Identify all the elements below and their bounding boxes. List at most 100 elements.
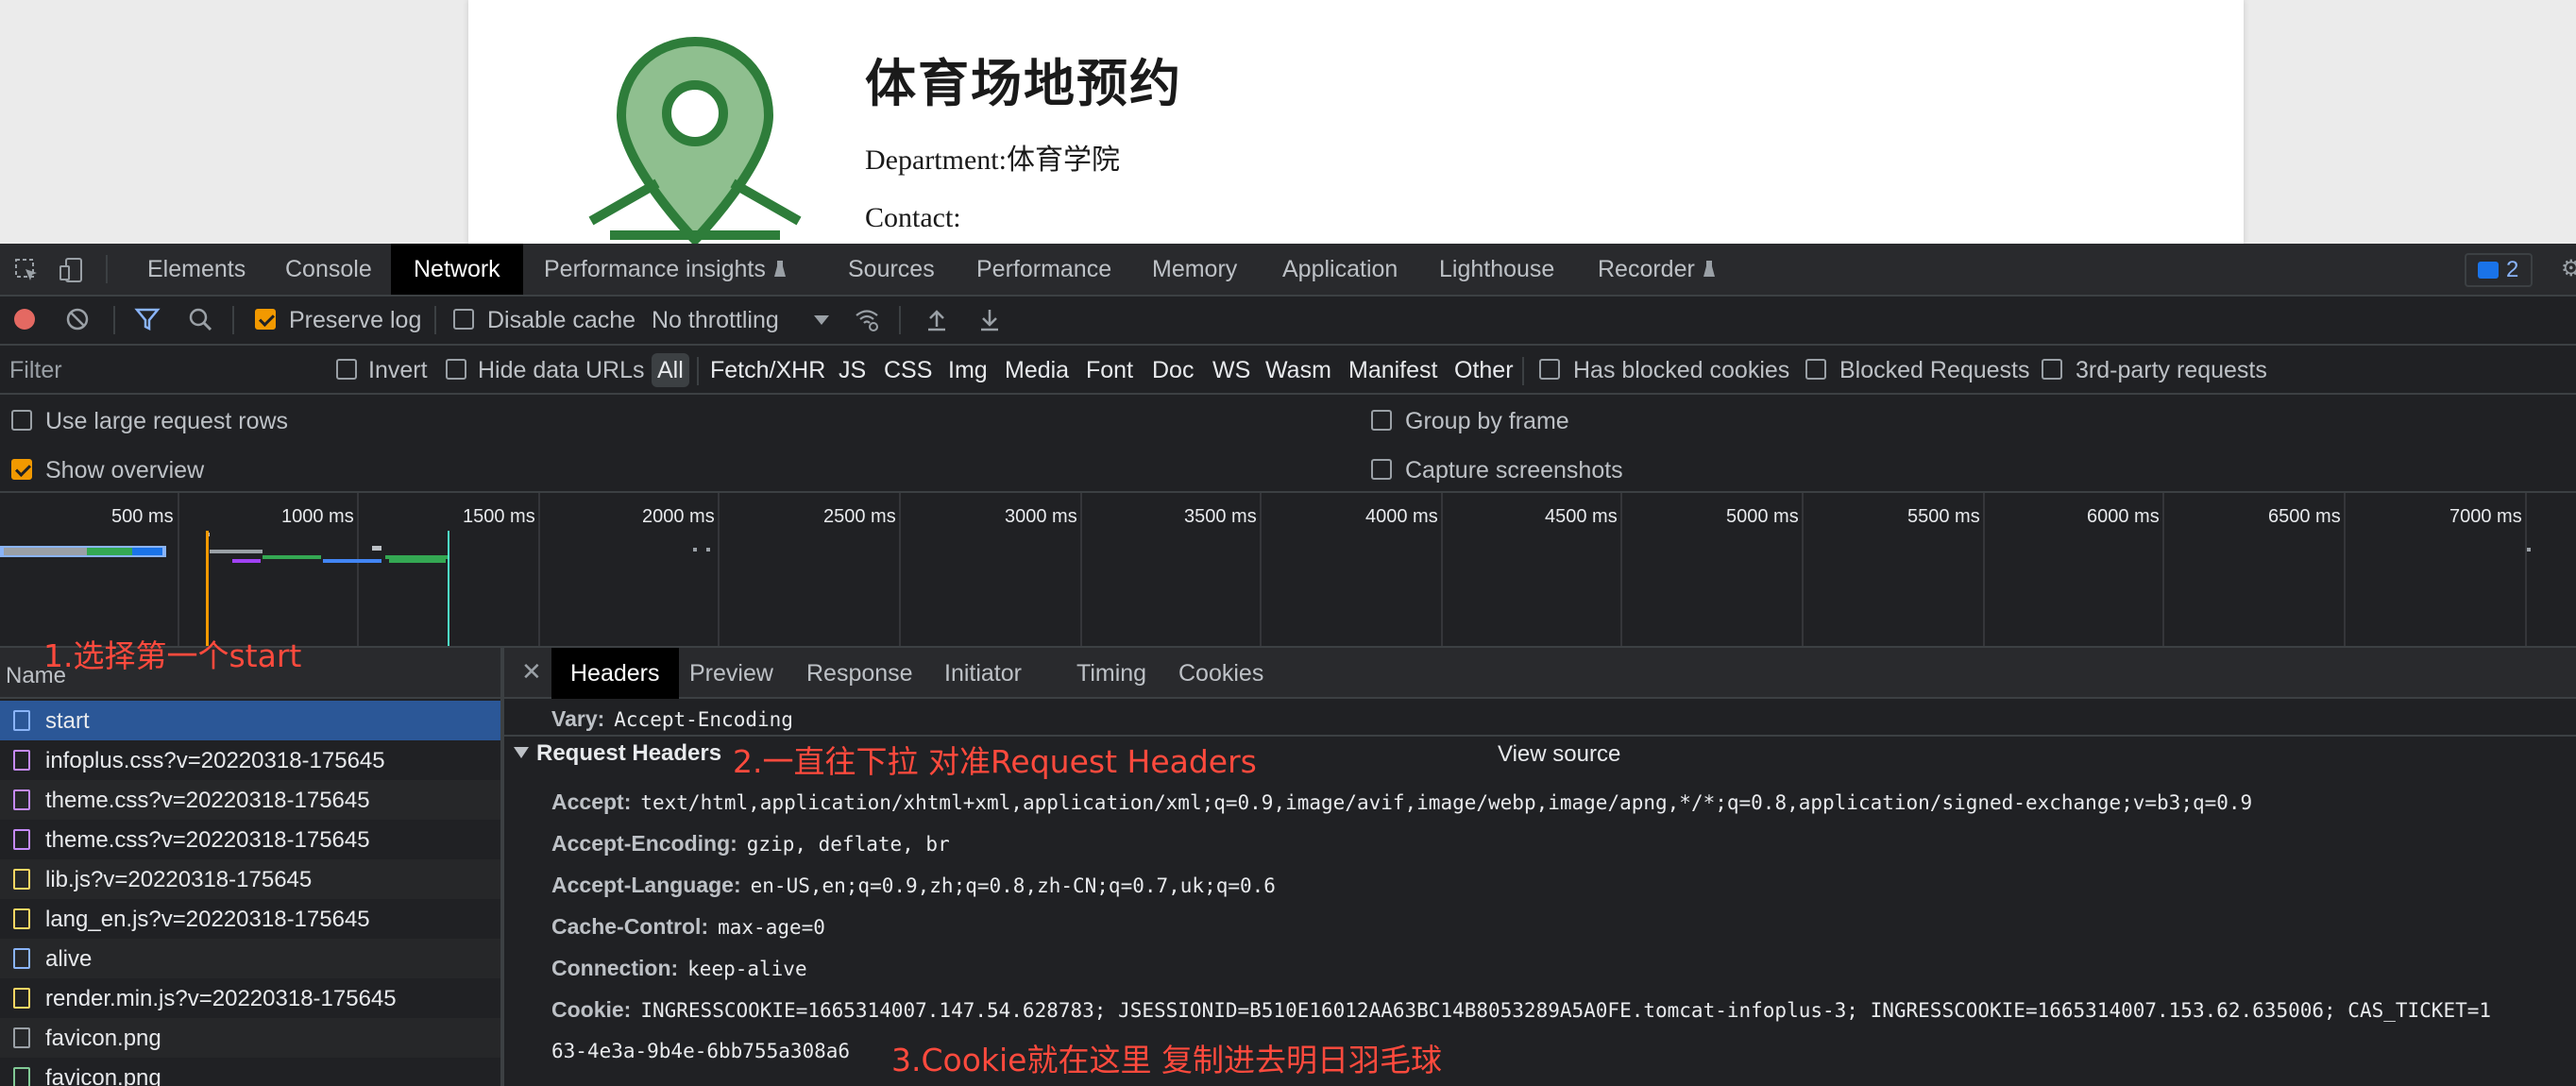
filter-type-manifest[interactable]: Manifest [1343, 353, 1443, 387]
header-accept-language: Accept-Language: en-US,en;q=0.9,zh;q=0.8,… [551, 873, 1276, 898]
network-overview-timeline[interactable]: 500 ms 1000 ms 1500 ms 2000 ms 2500 ms 3… [0, 493, 2576, 646]
overview-tick: 2500 ms [823, 506, 896, 527]
overview-tick: 5000 ms [1726, 506, 1799, 527]
filter-icon[interactable] [134, 306, 161, 332]
tab-memory[interactable]: Memory [1129, 244, 1260, 295]
overview-tick: 3500 ms [1184, 506, 1257, 527]
experiment-flask-icon [1703, 261, 1715, 277]
request-row[interactable]: alive [0, 939, 500, 978]
blocked-requests-label: Blocked Requests [1839, 357, 2030, 383]
tab-response[interactable]: Response [788, 648, 932, 699]
filter-input[interactable] [0, 351, 321, 389]
record-stop-icon[interactable] [11, 306, 38, 332]
close-icon[interactable]: ✕ [521, 657, 542, 687]
overview-gridline [2344, 493, 2346, 646]
tab-performance-insights[interactable]: Performance insights [521, 244, 809, 295]
tab-elements[interactable]: Elements [125, 244, 268, 295]
filter-type-media[interactable]: Media [999, 353, 1075, 387]
request-headers-title: Request Headers [536, 740, 722, 766]
request-name: render.min.js?v=20220318-175645 [45, 986, 397, 1011]
show-overview-checkbox[interactable] [11, 459, 32, 480]
tab-performance[interactable]: Performance [954, 244, 1134, 295]
chevron-down-icon [813, 315, 829, 325]
throttling-value: No throttling [652, 307, 779, 333]
request-detail-tabbar: ✕ Headers Preview Response Initiator Tim… [504, 648, 2576, 699]
filter-type-img[interactable]: Img [942, 353, 993, 387]
request-row[interactable]: theme.css?v=20220318-175645 [0, 780, 500, 820]
request-headers-section-toggle[interactable]: Request Headers [514, 740, 721, 767]
has-blocked-cookies-label: Has blocked cookies [1573, 357, 1790, 383]
throttling-select[interactable]: No throttling [652, 307, 829, 334]
map-pin-logo-icon [588, 36, 802, 244]
request-row[interactable]: favicon.png [0, 1058, 500, 1086]
tab-console[interactable]: Console [263, 244, 395, 295]
filter-type-js[interactable]: JS [833, 353, 872, 387]
filter-type-ws[interactable]: WS [1207, 353, 1256, 387]
toolbar-separator [1522, 357, 1524, 385]
hide-data-urls-checkbox[interactable] [446, 359, 466, 380]
request-row[interactable]: lib.js?v=20220318-175645 [0, 859, 500, 899]
request-name: favicon.png [45, 1065, 161, 1086]
load-event-marker [448, 531, 449, 646]
stylesheet-icon [13, 829, 30, 850]
large-rows-checkbox[interactable] [11, 410, 32, 431]
tab-headers[interactable]: Headers [551, 648, 679, 699]
filter-type-fetch-xhr[interactable]: Fetch/XHR [704, 353, 831, 387]
filter-type-css[interactable]: CSS [878, 353, 938, 387]
disable-cache-checkbox[interactable] [453, 309, 474, 330]
overview-bar [2527, 548, 2531, 551]
header-value: gzip, deflate, br [746, 833, 950, 856]
group-by-frame-checkbox[interactable] [1371, 410, 1392, 431]
dom-content-loaded-marker [206, 531, 209, 646]
filter-type-font[interactable]: Font [1080, 353, 1139, 387]
tab-network[interactable]: Network [391, 244, 523, 295]
network-conditions-icon[interactable] [854, 306, 880, 332]
import-har-icon[interactable] [924, 306, 950, 332]
capture-screenshots-checkbox[interactable] [1371, 459, 1392, 480]
overview-tick: 3000 ms [1005, 506, 1077, 527]
export-har-icon[interactable] [976, 306, 1003, 332]
stylesheet-icon [13, 750, 30, 771]
header-cookie-continuation: 63-4e3a-9b4e-6bb755a308a6 [551, 1039, 850, 1063]
tab-lighthouse[interactable]: Lighthouse [1416, 244, 1577, 295]
blocked-requests-checkbox[interactable] [1805, 359, 1826, 380]
header-value: 63-4e3a-9b4e-6bb755a308a6 [551, 1040, 851, 1062]
tab-sources[interactable]: Sources [825, 244, 958, 295]
third-party-checkbox[interactable] [2042, 359, 2062, 380]
tab-recorder[interactable]: Recorder [1575, 244, 1738, 295]
preserve-log-checkbox[interactable] [255, 309, 276, 330]
request-row[interactable]: favicon.png [0, 1018, 500, 1058]
request-row[interactable]: start [0, 701, 500, 740]
view-source-link[interactable]: View source [1498, 741, 1620, 768]
issues-counter-button[interactable]: 2 [2465, 253, 2533, 287]
network-settings: Use large request rows Show overview Gro… [0, 395, 2576, 501]
tab-application[interactable]: Application [1260, 244, 1420, 295]
overview-bar [132, 548, 162, 555]
request-row[interactable]: lang_en.js?v=20220318-175645 [0, 899, 500, 939]
tab-initiator[interactable]: Initiator [925, 648, 1041, 699]
header-key: Cookie: [551, 997, 632, 1022]
invert-checkbox[interactable] [336, 359, 357, 380]
stylesheet-icon [13, 789, 30, 810]
filter-type-wasm[interactable]: Wasm [1260, 353, 1337, 387]
request-row[interactable]: render.min.js?v=20220318-175645 [0, 978, 500, 1018]
gear-icon[interactable]: ⚙ [2561, 258, 2576, 280]
request-row[interactable]: infoplus.css?v=20220318-175645 [0, 740, 500, 780]
header-value: en-US,en;q=0.9,zh;q=0.8,zh-CN;q=0.7,uk;q… [750, 874, 1276, 897]
device-toolbar-icon[interactable] [59, 257, 85, 283]
request-row[interactable]: theme.css?v=20220318-175645 [0, 820, 500, 859]
overview-bar [389, 559, 446, 563]
filter-type-doc[interactable]: Doc [1146, 353, 1199, 387]
inspect-element-icon[interactable] [13, 257, 40, 283]
tab-cookies[interactable]: Cookies [1160, 648, 1282, 699]
clear-icon[interactable] [64, 306, 91, 332]
header-key: Vary: [551, 706, 605, 731]
filter-type-other[interactable]: Other [1449, 353, 1519, 387]
tab-timing[interactable]: Timing [1058, 648, 1165, 699]
has-blocked-cookies-checkbox[interactable] [1539, 359, 1560, 380]
overview-gridline [2525, 493, 2527, 646]
tab-preview[interactable]: Preview [670, 648, 792, 699]
filter-type-all[interactable]: All [652, 353, 689, 387]
search-icon[interactable] [187, 306, 213, 332]
document-icon [13, 710, 30, 731]
